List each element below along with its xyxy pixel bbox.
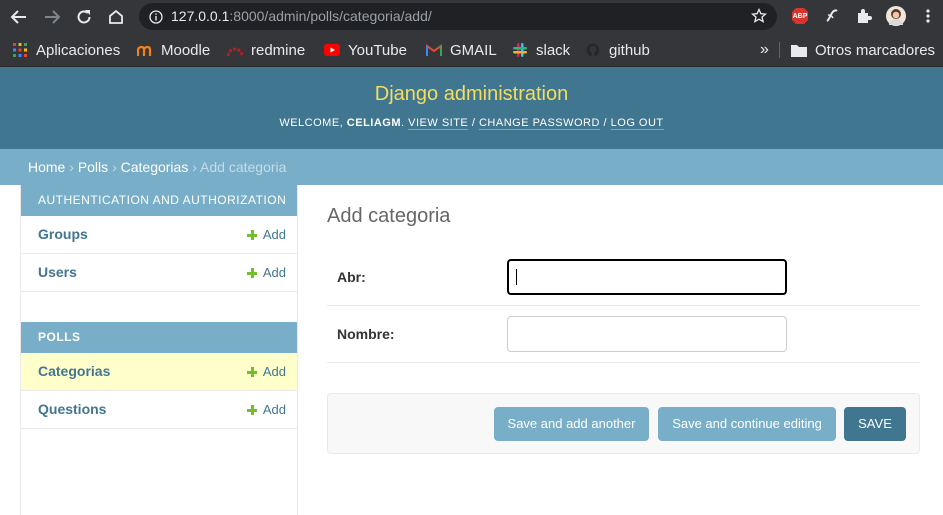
bookmark-slack[interactable]: slack [512,39,570,61]
bookmark-github[interactable]: github [585,39,650,61]
bookmark-youtube[interactable]: YouTube [324,39,407,61]
abr-input[interactable] [507,259,787,295]
add-label: Add [262,265,286,280]
youtube-icon [324,42,340,58]
slack-icon [512,42,528,58]
username: celiagm [346,117,402,129]
add-label: Add [262,364,286,379]
add-plus-icon [246,229,257,240]
url-text: 127.0.0.1:8000/admin/polls/categoria/add… [171,8,432,24]
sidebar-item-users: Users Add [21,254,297,292]
redmine-icon [227,42,243,58]
view-site-link[interactable]: View site [408,117,469,130]
bookmark-label: slack [536,41,571,59]
module-caption-polls[interactable]: Polls [21,322,297,353]
browser-toolbar: 127.0.0.1:8000/admin/polls/categoria/add… [0,0,943,33]
bookmark-label: Otros marcadores [815,41,936,59]
separator: / [471,117,476,129]
sidebar-item-groups: Groups Add [21,216,297,254]
menu-kebab-icon[interactable] [918,6,938,26]
apps-grid-icon [12,42,28,58]
module-caption-auth[interactable]: Authentication and Authorization [21,185,297,216]
info-icon[interactable] [149,9,163,28]
welcome-text: Welcome, [279,117,344,129]
more-bookmarks-button[interactable]: » [760,39,769,61]
model-link-users[interactable]: Users [38,264,77,280]
bookmark-redmine[interactable]: redmine [227,39,305,61]
submit-row: Save and add another Save and continue e… [327,393,920,454]
github-icon [585,42,601,58]
breadcrumb-polls[interactable]: Polls [78,159,108,175]
separator: / [603,117,608,129]
save-and-continue-button[interactable]: Save and continue editing [658,407,836,441]
add-questions-link[interactable]: Add [246,402,286,417]
text-cursor [516,269,517,285]
reload-icon[interactable] [73,6,95,28]
breadcrumb-separator: › [112,159,117,175]
breadcrumb: Home › Polls › Categorias › Add categori… [0,149,943,185]
bookmark-star-icon[interactable] [750,7,768,28]
add-plus-icon [246,366,257,377]
save-button[interactable]: SAVE [844,407,906,441]
save-and-add-another-button[interactable]: Save and add another [494,407,649,441]
form-row-abr: Abr: [327,249,920,306]
add-label: Add [262,227,286,242]
other-bookmarks-folder[interactable]: Otros marcadores [791,39,935,61]
breadcrumb-categorias[interactable]: Categorias [121,159,189,175]
breadcrumb-separator: › [69,159,74,175]
user-tools: Welcome, celiagm. View site / Change pas… [279,117,664,130]
extension-icon[interactable] [822,6,842,26]
folder-icon [791,42,807,58]
bookmark-gmail[interactable]: GMAIL [426,39,497,61]
add-categorias-link[interactable]: Add [246,364,286,379]
address-bar[interactable]: 127.0.0.1:8000/admin/polls/categoria/add… [139,3,777,30]
bookmark-label: YouTube [348,41,407,59]
bookmark-label: github [609,41,650,59]
more-bookmarks-label: » [760,41,769,58]
adblock-icon[interactable]: ABP [790,6,810,26]
add-groups-link[interactable]: Add [246,227,286,242]
add-plus-icon [246,404,257,415]
gmail-icon [426,42,442,58]
bookmark-aplicaciones[interactable]: Aplicaciones [12,39,120,61]
url-path: :8000/admin/polls/categoria/add/ [229,8,432,24]
url-host: 127.0.0.1 [171,8,230,24]
model-link-groups[interactable]: Groups [38,226,88,242]
moodle-icon [137,42,153,58]
profile-avatar-icon[interactable] [886,6,906,26]
bookmark-label: GMAIL [450,41,497,59]
model-link-categorias[interactable]: Categorias [38,363,110,379]
puzzle-icon[interactable] [854,6,874,26]
sidebar-item-categorias: Categorias Add [21,353,297,391]
model-link-questions[interactable]: Questions [38,401,106,417]
change-password-link[interactable]: Change password [478,117,600,130]
bookmark-label: Aplicaciones [36,41,121,59]
page-title: Add categoria [327,205,451,227]
admin-header: Django administration Welcome, celiagm. … [0,67,943,149]
bookmarks-bar: Aplicaciones Moodle redmine YouTube GMAI… [0,33,943,67]
forward-icon[interactable] [41,6,63,28]
home-icon[interactable] [105,6,127,28]
nombre-input[interactable] [507,316,787,352]
nombre-label: Nombre: [337,326,395,342]
bookmark-label: Moodle [161,41,211,59]
breadcrumb-separator: › [192,159,197,175]
add-users-link[interactable]: Add [246,265,286,280]
site-branding[interactable]: Django administration [0,83,943,106]
module-gap [21,292,297,322]
form-row-nombre: Nombre: [327,306,920,363]
bookmarks-divider [779,42,780,58]
bookmark-label: redmine [251,41,306,59]
log-out-link[interactable]: Log out [610,117,664,130]
add-label: Add [262,402,286,417]
sidebar-item-questions: Questions Add [21,391,297,429]
adblock-label: ABP [792,12,808,20]
breadcrumb-home[interactable]: Home [28,159,65,175]
add-plus-icon [246,267,257,278]
nav-sidebar: Authentication and Authorization Groups … [20,185,298,515]
back-icon[interactable] [8,6,30,28]
abr-label: Abr: [337,269,366,285]
bookmark-moodle[interactable]: Moodle [137,39,210,61]
breadcrumb-current: Add categoria [200,159,287,175]
